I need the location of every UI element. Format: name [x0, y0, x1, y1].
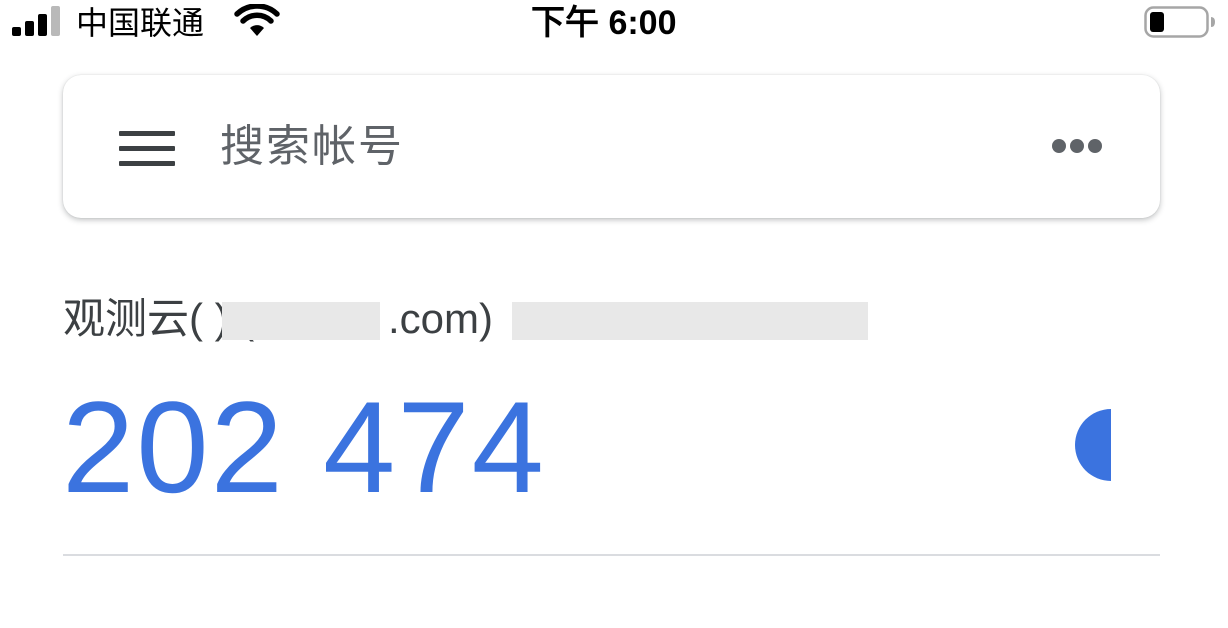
countdown-timer-icon [1075, 409, 1111, 481]
redaction-mask [512, 302, 868, 340]
hamburger-menu-icon[interactable] [119, 131, 175, 167]
search-bar[interactable]: 搜索帐号 [63, 75, 1160, 218]
battery-icon [1144, 6, 1215, 38]
cellular-signal-icon [12, 6, 64, 36]
status-time: 下午 6:00 [531, 4, 677, 42]
more-horizontal-icon[interactable] [1052, 139, 1102, 155]
redaction-mask [222, 302, 380, 340]
otp-code[interactable]: 202 474 [62, 372, 546, 522]
carrier-name: 中国联通 [76, 5, 205, 41]
wifi-icon [234, 4, 280, 36]
divider [63, 554, 1160, 556]
search-input[interactable]: 搜索帐号 [220, 119, 404, 175]
countdown-timer-fill [1075, 409, 1111, 481]
status-bar: 中国联通 下午 6:00 [0, 0, 1228, 46]
